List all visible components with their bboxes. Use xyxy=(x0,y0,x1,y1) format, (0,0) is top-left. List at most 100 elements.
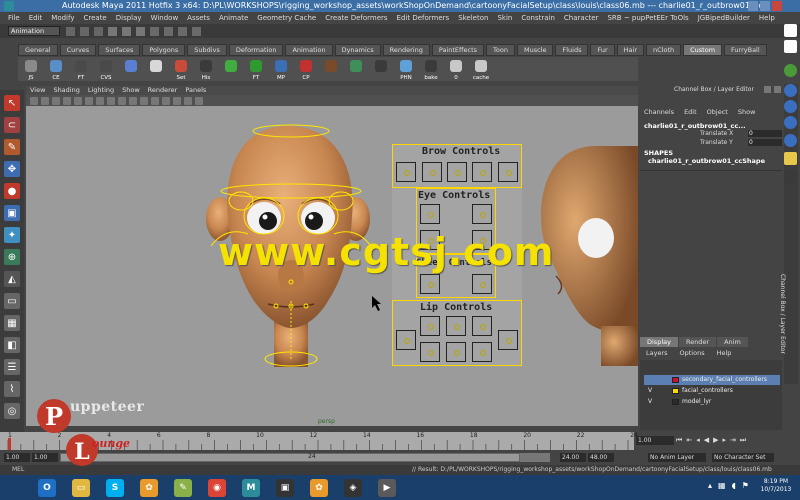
attr-field-translate-y[interactable]: 0 xyxy=(748,139,782,146)
shelf-button-1[interactable]: CE xyxy=(47,60,65,81)
shelf-tab-animation[interactable]: Animation xyxy=(285,44,333,56)
taskbar-clock[interactable]: 8:19 PM 10/7/2013 xyxy=(754,478,798,494)
menu-assets[interactable]: Assets xyxy=(187,12,210,24)
channel-box-side-tab[interactable]: Channel Box / Layer Editor xyxy=(779,84,798,384)
cheek-ctrl-r[interactable] xyxy=(472,274,492,294)
layer-color-swatch[interactable] xyxy=(672,388,679,394)
layer-menu-help[interactable]: Help xyxy=(717,349,732,357)
viewport-menu-lighting[interactable]: Lighting xyxy=(88,86,114,95)
menu-display[interactable]: Display xyxy=(116,12,142,24)
lights-icon[interactable] xyxy=(151,96,159,105)
menu-animate[interactable]: Animate xyxy=(219,12,248,24)
maya-icon[interactable]: M xyxy=(242,479,260,497)
blue-circle-icon-2[interactable] xyxy=(784,100,797,113)
yellow-note-icon[interactable] xyxy=(784,152,797,165)
manipulator-icon[interactable]: ✦ xyxy=(4,227,20,243)
layout-graph-icon[interactable]: ⌇ xyxy=(4,381,20,397)
shelf-tab-custom[interactable]: Custom xyxy=(683,44,723,56)
camera-icon[interactable] xyxy=(30,96,38,105)
lip-ctrl-lower-l[interactable] xyxy=(420,342,440,362)
blue-circle-icon[interactable] xyxy=(784,84,797,97)
select-object-icon[interactable] xyxy=(122,27,131,36)
eye-ctrl-l-upper[interactable] xyxy=(420,204,440,224)
shelf-button-0[interactable]: JS xyxy=(22,60,40,81)
current-time-field[interactable]: 1.00 xyxy=(636,436,674,445)
layer-visibility-toggle[interactable]: V xyxy=(648,397,656,407)
step-forward-key-icon[interactable]: ⇥ xyxy=(730,436,736,445)
blue-circle-icon-4[interactable] xyxy=(784,134,797,147)
media-icon[interactable]: ▶ xyxy=(378,479,396,497)
shelf-tab-polygons[interactable]: Polygons xyxy=(142,44,186,56)
lasso-tool-icon[interactable]: ⊂ xyxy=(4,117,20,133)
viewport-menu-renderer[interactable]: Renderer xyxy=(148,86,178,95)
shelf-button-18[interactable]: cache xyxy=(472,60,490,81)
film-gate-icon[interactable] xyxy=(85,96,93,105)
soft-mod-icon[interactable]: ⊕ xyxy=(4,249,20,265)
shelf-button-11[interactable]: CP xyxy=(297,60,315,81)
layer-menu-layers[interactable]: Layers xyxy=(646,349,668,357)
shelf-tab-dynamics[interactable]: Dynamics xyxy=(334,44,381,56)
close-button[interactable] xyxy=(772,1,782,11)
menu-edit[interactable]: Edit xyxy=(29,12,43,24)
snap-grid-icon[interactable] xyxy=(150,27,159,36)
explorer-icon[interactable]: ▭ xyxy=(72,479,90,497)
shelf-button-5[interactable] xyxy=(147,60,165,78)
layer-tab-anim[interactable]: Anim xyxy=(717,337,748,347)
shelf-button-13[interactable] xyxy=(347,60,365,78)
layer-row[interactable]: Vfacial_controllers xyxy=(644,386,780,396)
layer-color-swatch[interactable] xyxy=(672,377,679,383)
shadows-icon[interactable] xyxy=(162,96,170,105)
menu-help[interactable]: Help xyxy=(759,12,775,24)
lip-ctrl-lower-r[interactable] xyxy=(472,342,492,362)
shape-node-name[interactable]: charlie01_r_outbrow01_ccShape xyxy=(648,157,765,165)
command-language-label[interactable]: MEL xyxy=(12,466,24,473)
cheek-ctrl-l[interactable] xyxy=(420,274,440,294)
shelf-tab-fluids[interactable]: Fluids xyxy=(555,44,589,56)
shelf-tab-toon[interactable]: Toon xyxy=(486,44,515,56)
layer-tab-display[interactable]: Display xyxy=(640,337,678,347)
menu-file[interactable]: File xyxy=(8,12,20,24)
flower-icon-2[interactable]: ✿ xyxy=(310,479,328,497)
viewport-menu-show[interactable]: Show xyxy=(122,86,140,95)
menu-create-deformers[interactable]: Create Deformers xyxy=(325,12,387,24)
brow-ctrl-center[interactable] xyxy=(447,162,467,182)
shelf-tab-surfaces[interactable]: Surfaces xyxy=(98,44,141,56)
snap-curve-icon[interactable] xyxy=(164,27,173,36)
shelf-tab-hair[interactable]: Hair xyxy=(616,44,645,56)
shelf-button-14[interactable] xyxy=(372,60,390,78)
maximize-button[interactable] xyxy=(760,1,770,11)
shelf-tab-deformation[interactable]: Deformation xyxy=(228,44,284,56)
lip-ctrl-upper-l[interactable] xyxy=(420,316,440,336)
lip-ctrl-corner-l[interactable] xyxy=(396,330,416,350)
select-hierarchy-icon[interactable] xyxy=(108,27,117,36)
shelf-tab-ncloth[interactable]: nCloth xyxy=(646,44,682,56)
layer-color-swatch[interactable] xyxy=(672,399,679,405)
menu-geometry-cache[interactable]: Geometry Cache xyxy=(257,12,316,24)
grid-icon[interactable] xyxy=(74,96,82,105)
layer-visibility-toggle[interactable]: V xyxy=(648,386,656,396)
step-forward-icon[interactable]: ▸ xyxy=(722,436,726,445)
paint-select-icon[interactable]: ✎ xyxy=(4,139,20,155)
shelf-button-12[interactable] xyxy=(322,60,340,78)
shelf-button-3[interactable]: CVS xyxy=(97,60,115,81)
brow-ctrl-l-out[interactable] xyxy=(396,162,416,182)
ext-app-icon[interactable] xyxy=(784,24,797,37)
render-icon[interactable] xyxy=(192,27,201,36)
start-time-field[interactable]: 1.00 xyxy=(4,453,30,462)
resolution-gate-icon[interactable] xyxy=(96,96,104,105)
flower-icon[interactable]: ✿ xyxy=(140,479,158,497)
layout-four-icon[interactable]: ▦ xyxy=(4,315,20,331)
blue-circle-icon-3[interactable] xyxy=(784,116,797,129)
rotate-tool-icon[interactable]: ● xyxy=(4,183,20,199)
channel-menu-channels[interactable]: Channels xyxy=(644,108,674,116)
isolate-select-icon[interactable] xyxy=(173,96,181,105)
shelf-button-4[interactable] xyxy=(122,60,140,78)
move-tool-icon[interactable]: ✥ xyxy=(4,161,20,177)
viewport-menu-view[interactable]: View xyxy=(30,86,45,95)
scale-tool-icon[interactable]: ▣ xyxy=(4,205,20,221)
lip-ctrl-upper-r[interactable] xyxy=(472,316,492,336)
snap-point-icon[interactable] xyxy=(178,27,187,36)
lip-ctrl-lower-c[interactable] xyxy=(446,342,466,362)
shelf-button-8[interactable] xyxy=(222,60,240,78)
menu-create[interactable]: Create xyxy=(83,12,106,24)
